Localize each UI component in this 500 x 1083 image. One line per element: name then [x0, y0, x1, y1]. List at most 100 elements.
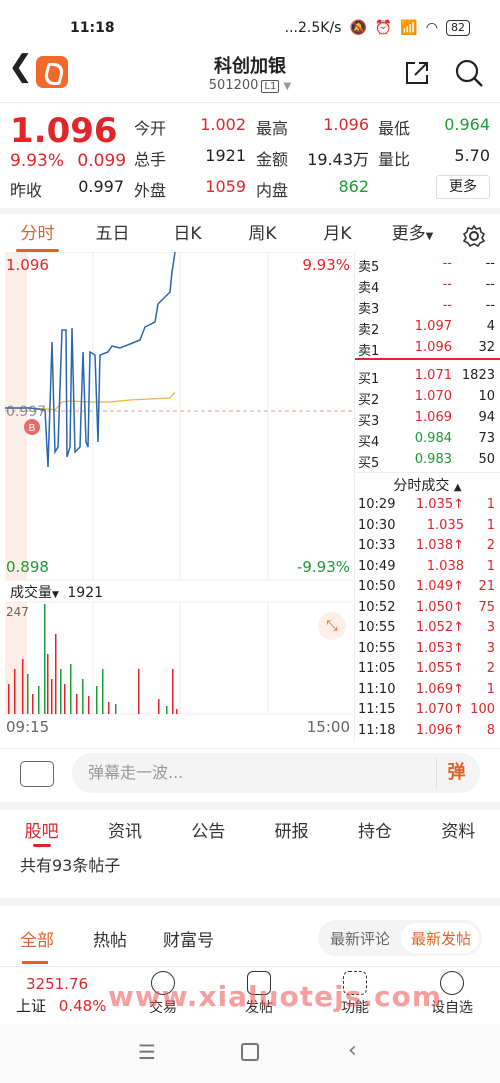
watermark: www.xialuotejs.com [108, 980, 443, 1013]
trade-row: 10:29 1.035↑ 1 [355, 495, 500, 516]
bid-volume: 73 [478, 431, 495, 446]
bid-volume: 94 [478, 410, 495, 425]
volume-bar [176, 709, 178, 714]
danmu-send-button[interactable]: 弹 [436, 757, 476, 789]
volume-bar [138, 669, 140, 714]
quote-field-value: 862 [338, 177, 369, 196]
stock-header: ❮ 科创加银 501200 L1 ▼ [0, 44, 500, 102]
trade-volume: 1 [486, 497, 495, 512]
index-value: 3251.76 [26, 975, 89, 993]
tab-announcements[interactable]: 公告 [191, 810, 225, 850]
ask-label: 卖2 [358, 323, 380, 338]
trade-time: 10:49 [358, 558, 396, 574]
ask-row[interactable]: 卖4 -- -- [355, 275, 500, 296]
quote-field-label: 最低 [378, 119, 411, 138]
trade-row: 10:49 1.038 1 [355, 557, 500, 578]
volume-bar [8, 684, 10, 714]
home-icon[interactable] [241, 1043, 259, 1061]
alarm-icon: ⏰ [374, 20, 393, 36]
search-icon[interactable] [454, 58, 484, 88]
sort-up-icon: ▲ [453, 482, 462, 493]
tab-intraday[interactable]: 分时 [0, 214, 75, 252]
tab-weekly-k[interactable]: 周K [225, 214, 300, 252]
bid-row[interactable]: 买2 1.070 10 [355, 387, 500, 408]
trade-time: 10:29 [358, 497, 396, 512]
ask-label: 卖1 [358, 344, 380, 359]
bid-label: 买5 [358, 456, 380, 471]
danmu-input[interactable]: 弹幕走一波... 弹 [72, 753, 480, 793]
ask-row[interactable]: 卖3 -- -- [355, 296, 500, 317]
trade-price: 1.052↑ [415, 620, 464, 635]
trade-time: 10:55 [358, 620, 396, 635]
bid-row[interactable]: 买1 1.071 1823 [355, 366, 500, 387]
intraday-chart-svg: B [5, 251, 352, 715]
volume-bar [88, 696, 90, 714]
trade-time: 11:10 [358, 681, 396, 697]
bid-label: 买3 [358, 414, 380, 429]
bid-row[interactable]: 买4 0.984 73 [355, 429, 500, 450]
danmu-settings-icon[interactable] [20, 761, 54, 787]
feed-tabs: 全部 热帖 财富号 最新评论 最新发帖 [0, 898, 500, 966]
quote-field-label: 昨收 [10, 181, 43, 200]
bid-row[interactable]: 买3 1.069 94 [355, 408, 500, 429]
quote-field-value: 1.096 [323, 115, 369, 134]
volume-bar [60, 669, 62, 714]
tab-holdings[interactable]: 持仓 [358, 810, 392, 850]
chart-grid [5, 251, 352, 715]
trade-price: 1.096↑ [415, 722, 464, 738]
quote-field-label: 量比 [378, 150, 411, 169]
more-quote-button[interactable]: 更多 [436, 175, 490, 199]
ask-row[interactable]: 卖2 1.097 4 [355, 317, 500, 338]
current-price: 1.096 [10, 111, 118, 151]
trade-volume: 2 [486, 538, 495, 553]
community-tabs: 股吧 资讯 公告 研报 持仓 资料 [0, 802, 500, 850]
tab-news[interactable]: 资讯 [108, 810, 142, 850]
ask-row[interactable]: 卖1 1.096 32 [355, 338, 500, 359]
ask-price: -- [442, 298, 452, 313]
price-change: 9.93% 0.099 [10, 151, 126, 171]
tab-profile[interactable]: 资料 [441, 810, 475, 850]
bid-label: 买1 [358, 372, 380, 387]
tab-more[interactable]: 更多▼ [375, 214, 450, 252]
quote-field-label: 最高 [256, 119, 289, 138]
trade-volume: 3 [486, 640, 495, 656]
tab-guba[interactable]: 股吧 [25, 810, 59, 850]
volume-bar [38, 686, 40, 714]
sort-latest-post[interactable]: 最新发帖 [411, 928, 471, 949]
feed-tab-fortune[interactable]: 财富号 [163, 926, 214, 951]
index-ticker[interactable]: 3251.76 上证 0.48% [10, 975, 110, 1016]
trade-price: 1.035 [426, 517, 464, 533]
share-icon[interactable] [402, 58, 432, 88]
change-abs: 0.099 [77, 151, 127, 171]
feed-tab-underline [22, 961, 48, 964]
trade-row: 10:52 1.050↑ 75 [355, 598, 500, 619]
intraday-chart[interactable]: B 1.096 9.93% 0.997 0.898 -9.93% 成交量▼ 19… [0, 251, 355, 742]
menu-icon[interactable]: ☰ [138, 1040, 156, 1064]
volume-bar [108, 702, 110, 714]
tab-five-day[interactable]: 五日 [75, 214, 150, 252]
volume-bar [70, 664, 72, 714]
gear-icon[interactable] [462, 224, 486, 248]
bid-row[interactable]: 买5 0.983 50 [355, 450, 500, 471]
trade-time: 10:33 [358, 538, 396, 553]
feed-tab-hot[interactable]: 热帖 [93, 926, 127, 951]
bid-volume: 1823 [461, 368, 495, 383]
volume-selector[interactable]: 成交量▼ 1921 [10, 582, 103, 602]
volume-bar [172, 669, 174, 714]
trade-row: 11:15 1.070↑ 100 [355, 700, 500, 721]
quote-field-value: 19.43万 [307, 150, 369, 169]
feed-tab-all[interactable]: 全部 [20, 926, 54, 951]
ask-row[interactable]: 卖5 -- -- [355, 254, 500, 275]
tab-monthly-k[interactable]: 月K [300, 214, 375, 252]
sort-latest-comment[interactable]: 最新评论 [330, 928, 390, 949]
ask-price: 1.096 [414, 340, 452, 355]
order-book: 卖5 -- -- 卖4 -- -- 卖3 -- -- 卖2 1.097 4 卖1 1.096 32 买1 1.… [355, 252, 500, 742]
trades-header[interactable]: 分时成交 ▲ [355, 472, 500, 495]
bid-price: 0.984 [414, 431, 452, 446]
tab-research[interactable]: 研报 [275, 810, 309, 850]
back-nav-icon[interactable]: ‹ [348, 1038, 357, 1063]
tab-daily-k[interactable]: 日K [150, 214, 225, 252]
more-dots-icon [440, 971, 464, 995]
expand-icon[interactable]: ⤡ [318, 612, 346, 640]
change-pct: 9.93% [10, 151, 65, 171]
